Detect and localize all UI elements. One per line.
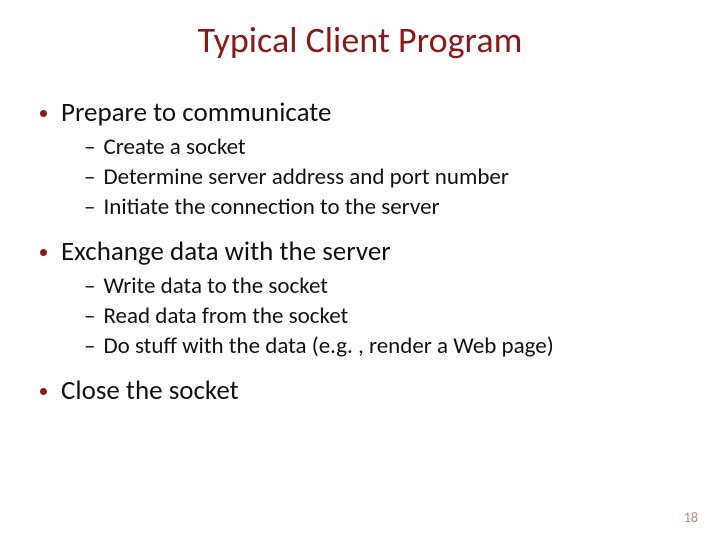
- bullet-level1: Close the socket: [36, 374, 684, 407]
- slide-title: Typical Client Program: [0, 0, 720, 90]
- bullet-text: Create a socket: [103, 133, 245, 161]
- slide-content: Prepare to communicate – Create a socket…: [0, 96, 720, 407]
- section-1: Prepare to communicate – Create a socket…: [36, 96, 684, 221]
- bullet-dot-icon: [40, 110, 47, 117]
- bullet-text: Close the socket: [61, 374, 239, 407]
- bullet-text: Determine server address and port number: [103, 163, 508, 191]
- bullet-text: Do stuff with the data (e.g. , render a …: [103, 332, 553, 360]
- bullet-level2: – Do stuff with the data (e.g. , render …: [84, 332, 684, 360]
- page-number: 18: [684, 509, 698, 526]
- bullet-dot-icon: [40, 249, 47, 256]
- bullet-text: Initiate the connection to the server: [103, 193, 439, 221]
- section-3: Close the socket: [36, 374, 684, 407]
- bullet-level2: – Read data from the socket: [84, 302, 684, 330]
- bullet-dash-icon: –: [84, 193, 95, 221]
- bullet-text: Exchange data with the server: [61, 235, 391, 268]
- section-2: Exchange data with the server – Write da…: [36, 235, 684, 360]
- bullet-dot-icon: [40, 388, 47, 395]
- bullet-level2: – Write data to the socket: [84, 272, 684, 300]
- slide: Typical Client Program Prepare to commun…: [0, 0, 720, 540]
- bullet-dash-icon: –: [84, 163, 95, 191]
- bullet-level1: Exchange data with the server: [36, 235, 684, 268]
- bullet-dash-icon: –: [84, 302, 95, 330]
- bullet-level2: – Determine server address and port numb…: [84, 163, 684, 191]
- bullet-level2: – Initiate the connection to the server: [84, 193, 684, 221]
- bullet-text: Read data from the socket: [103, 302, 348, 330]
- bullet-level2: – Create a socket: [84, 133, 684, 161]
- bullet-dash-icon: –: [84, 332, 95, 360]
- bullet-level1: Prepare to communicate: [36, 96, 684, 129]
- bullet-dash-icon: –: [84, 272, 95, 300]
- bullet-dash-icon: –: [84, 133, 95, 161]
- bullet-text: Prepare to communicate: [61, 96, 331, 129]
- bullet-text: Write data to the socket: [103, 272, 328, 300]
